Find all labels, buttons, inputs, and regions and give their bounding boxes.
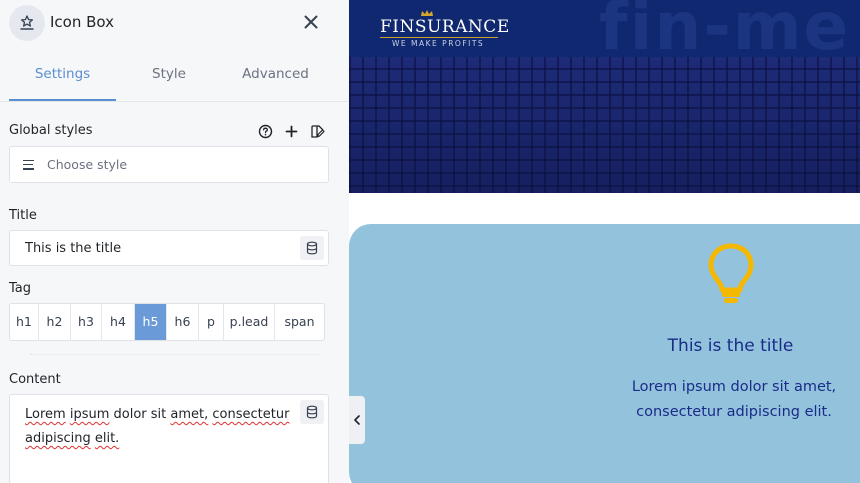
logo-tagline: WE MAKE PROFITS bbox=[392, 39, 485, 48]
style-select-placeholder: Choose style bbox=[47, 157, 128, 172]
divider bbox=[30, 354, 320, 356]
chevron-left-icon bbox=[354, 415, 360, 425]
content-dynamic-data-button[interactable] bbox=[300, 400, 324, 424]
logo-name: FINSURANCE bbox=[380, 17, 510, 37]
tab-style[interactable]: Style bbox=[116, 46, 222, 102]
help-circle-icon bbox=[258, 124, 272, 138]
content-textarea-value: Lorem ipsum dolor sit amet, consectetur a… bbox=[25, 403, 295, 451]
tag-option-p[interactable]: p bbox=[199, 304, 224, 340]
icon-box-title: This is the title bbox=[667, 336, 794, 356]
global-style-select[interactable]: Choose style bbox=[9, 146, 329, 183]
global-styles-label: Global styles bbox=[9, 123, 93, 138]
title-label: Title bbox=[9, 208, 37, 223]
content-word: amet, bbox=[170, 407, 209, 422]
header-background-text: fin-me bbox=[599, 0, 851, 57]
title-input-value: This is the title bbox=[25, 241, 122, 256]
close-button[interactable] bbox=[301, 12, 321, 32]
lightbulb-icon bbox=[708, 243, 754, 303]
content-word: Lorem bbox=[25, 407, 66, 422]
content-textarea[interactable]: Lorem ipsum dolor sit amet, consectetur a… bbox=[9, 394, 329, 483]
content-word: dolor sit bbox=[113, 407, 167, 422]
tag-option-h2[interactable]: h2 bbox=[39, 304, 71, 340]
star-box-icon bbox=[20, 15, 34, 30]
tag-option-h5[interactable]: h5 bbox=[135, 304, 167, 340]
tab-advanced[interactable]: Advanced bbox=[222, 46, 329, 102]
content-word: adipiscing bbox=[25, 431, 91, 446]
site-header: fin-me FINSURANCE WE MAKE PROFITS bbox=[349, 0, 860, 57]
global-styles-actions bbox=[256, 122, 326, 140]
tag-option-h6[interactable]: h6 bbox=[167, 304, 199, 340]
help-button[interactable] bbox=[256, 122, 274, 140]
settings-panel: Icon Box Settings Style Advanced Global … bbox=[0, 0, 349, 483]
panel-header: Icon Box bbox=[0, 0, 349, 46]
content-word: elit. bbox=[94, 431, 120, 446]
content-word: ipsum bbox=[69, 407, 110, 422]
database-icon bbox=[306, 405, 318, 419]
add-style-button[interactable] bbox=[282, 122, 300, 140]
tag-option-span[interactable]: span bbox=[275, 304, 324, 340]
icon-box-text: Lorem ipsum dolor sit amet, consectetur … bbox=[631, 379, 837, 420]
title-dynamic-data-button[interactable] bbox=[300, 236, 324, 260]
page-preview: fin-me FINSURANCE WE MAKE PROFITS This i… bbox=[349, 0, 860, 483]
title-input[interactable]: This is the title bbox=[9, 230, 329, 266]
tag-option-h1[interactable]: h1 bbox=[10, 304, 39, 340]
element-icon-badge bbox=[9, 5, 45, 41]
content-label: Content bbox=[9, 372, 61, 387]
collapse-panel-button[interactable] bbox=[349, 396, 365, 444]
plus-icon bbox=[285, 125, 297, 137]
panel-tabs: Settings Style Advanced bbox=[0, 46, 349, 102]
panel-title: Icon Box bbox=[50, 13, 115, 31]
logo-underline bbox=[380, 37, 498, 38]
tag-label: Tag bbox=[9, 281, 32, 296]
edit-style-button[interactable] bbox=[308, 122, 326, 140]
tag-option-h3[interactable]: h3 bbox=[71, 304, 102, 340]
tag-option-p-lead[interactable]: p.lead bbox=[224, 304, 275, 340]
tab-settings[interactable]: Settings bbox=[9, 46, 116, 102]
close-icon bbox=[304, 15, 318, 29]
active-tab-indicator bbox=[9, 99, 116, 101]
content-word: consectetur bbox=[212, 407, 290, 422]
crown-icon bbox=[421, 10, 433, 16]
tag-selector: h1 h2 h3 h4 h5 h6 p p.lead span bbox=[9, 303, 325, 341]
list-icon bbox=[23, 159, 37, 171]
style-edit-icon bbox=[310, 124, 325, 138]
database-icon bbox=[306, 241, 318, 255]
tag-option-h4[interactable]: h4 bbox=[102, 304, 135, 340]
hero-banner bbox=[349, 57, 860, 193]
